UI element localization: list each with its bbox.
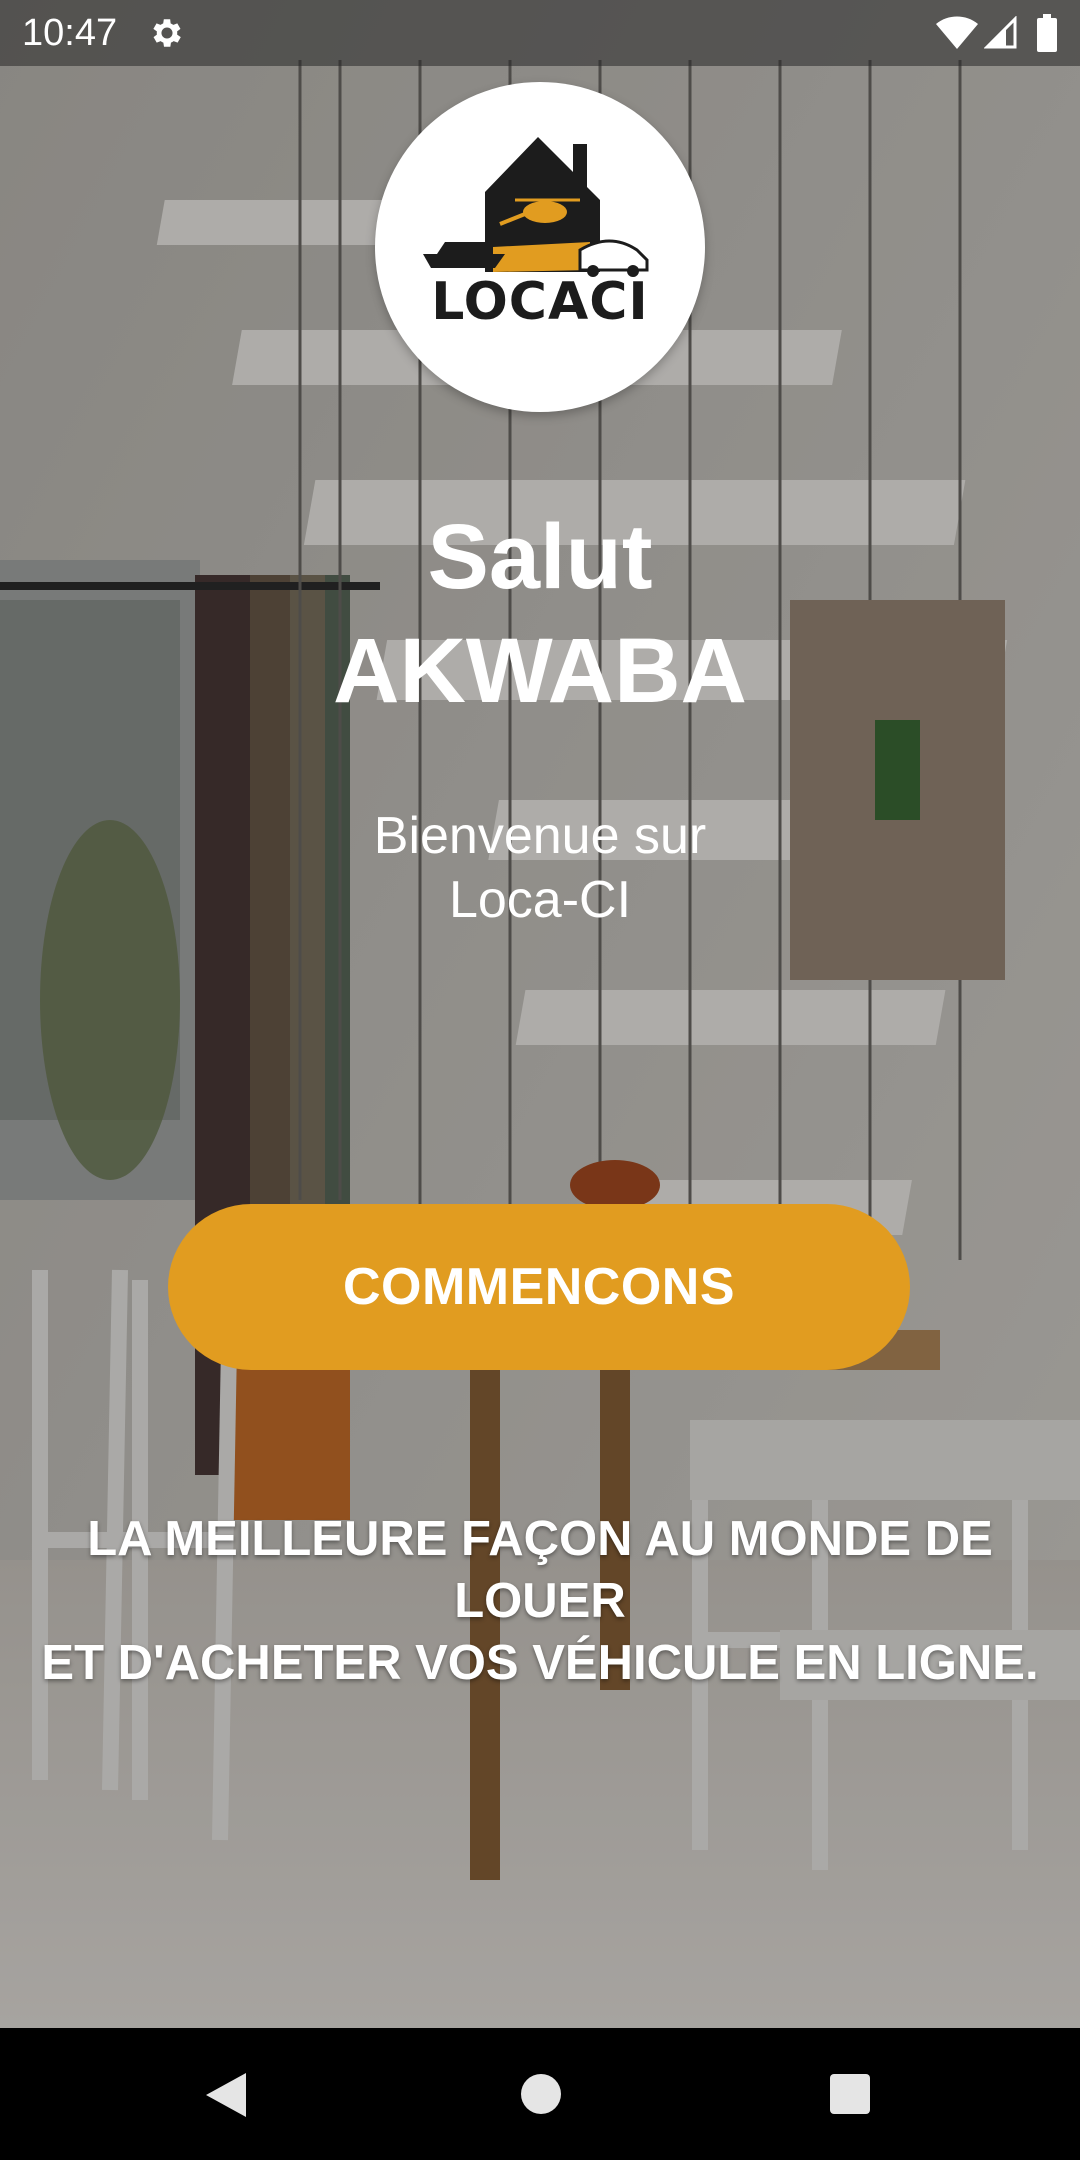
app-logo: LOCACI bbox=[375, 82, 705, 412]
gear-icon bbox=[153, 19, 181, 47]
wifi-icon bbox=[936, 16, 978, 49]
status-bar: 10:47 bbox=[0, 0, 1080, 66]
greeting-line-2: AKWABA bbox=[333, 620, 747, 722]
signal-icon bbox=[984, 16, 1017, 49]
greeting-line-1: Salut bbox=[427, 506, 653, 608]
welcome-screen: 10:47 LOCACI Salut AKWABA Bienvenue sur … bbox=[0, 0, 1080, 2160]
recents-icon[interactable] bbox=[829, 2073, 871, 2115]
tagline-line-2: ET D'ACHETER VOS VÉHICULE EN LIGNE. bbox=[41, 1636, 1039, 1690]
welcome-text: Bienvenue sur Loca-CI bbox=[0, 804, 1080, 932]
welcome-line-1: Bienvenue sur bbox=[373, 807, 707, 865]
logo-text: LOCACI bbox=[431, 272, 649, 332]
tagline: LA MEILLEURE FAÇON AU MONDE DE LOUER ET … bbox=[0, 1508, 1080, 1694]
battery-icon bbox=[1037, 14, 1057, 52]
tagline-line-1: LA MEILLEURE FAÇON AU MONDE DE LOUER bbox=[87, 1512, 993, 1628]
back-icon[interactable] bbox=[202, 2070, 250, 2120]
status-time: 10:47 bbox=[22, 12, 118, 54]
start-button[interactable]: COMMENCONS bbox=[168, 1204, 910, 1370]
house-vehicles-icon bbox=[423, 137, 649, 277]
home-icon[interactable] bbox=[519, 2072, 563, 2116]
welcome-line-2: Loca-CI bbox=[448, 871, 632, 929]
greeting-title: Salut AKWABA bbox=[0, 500, 1080, 728]
navigation-bar bbox=[0, 2028, 1080, 2160]
